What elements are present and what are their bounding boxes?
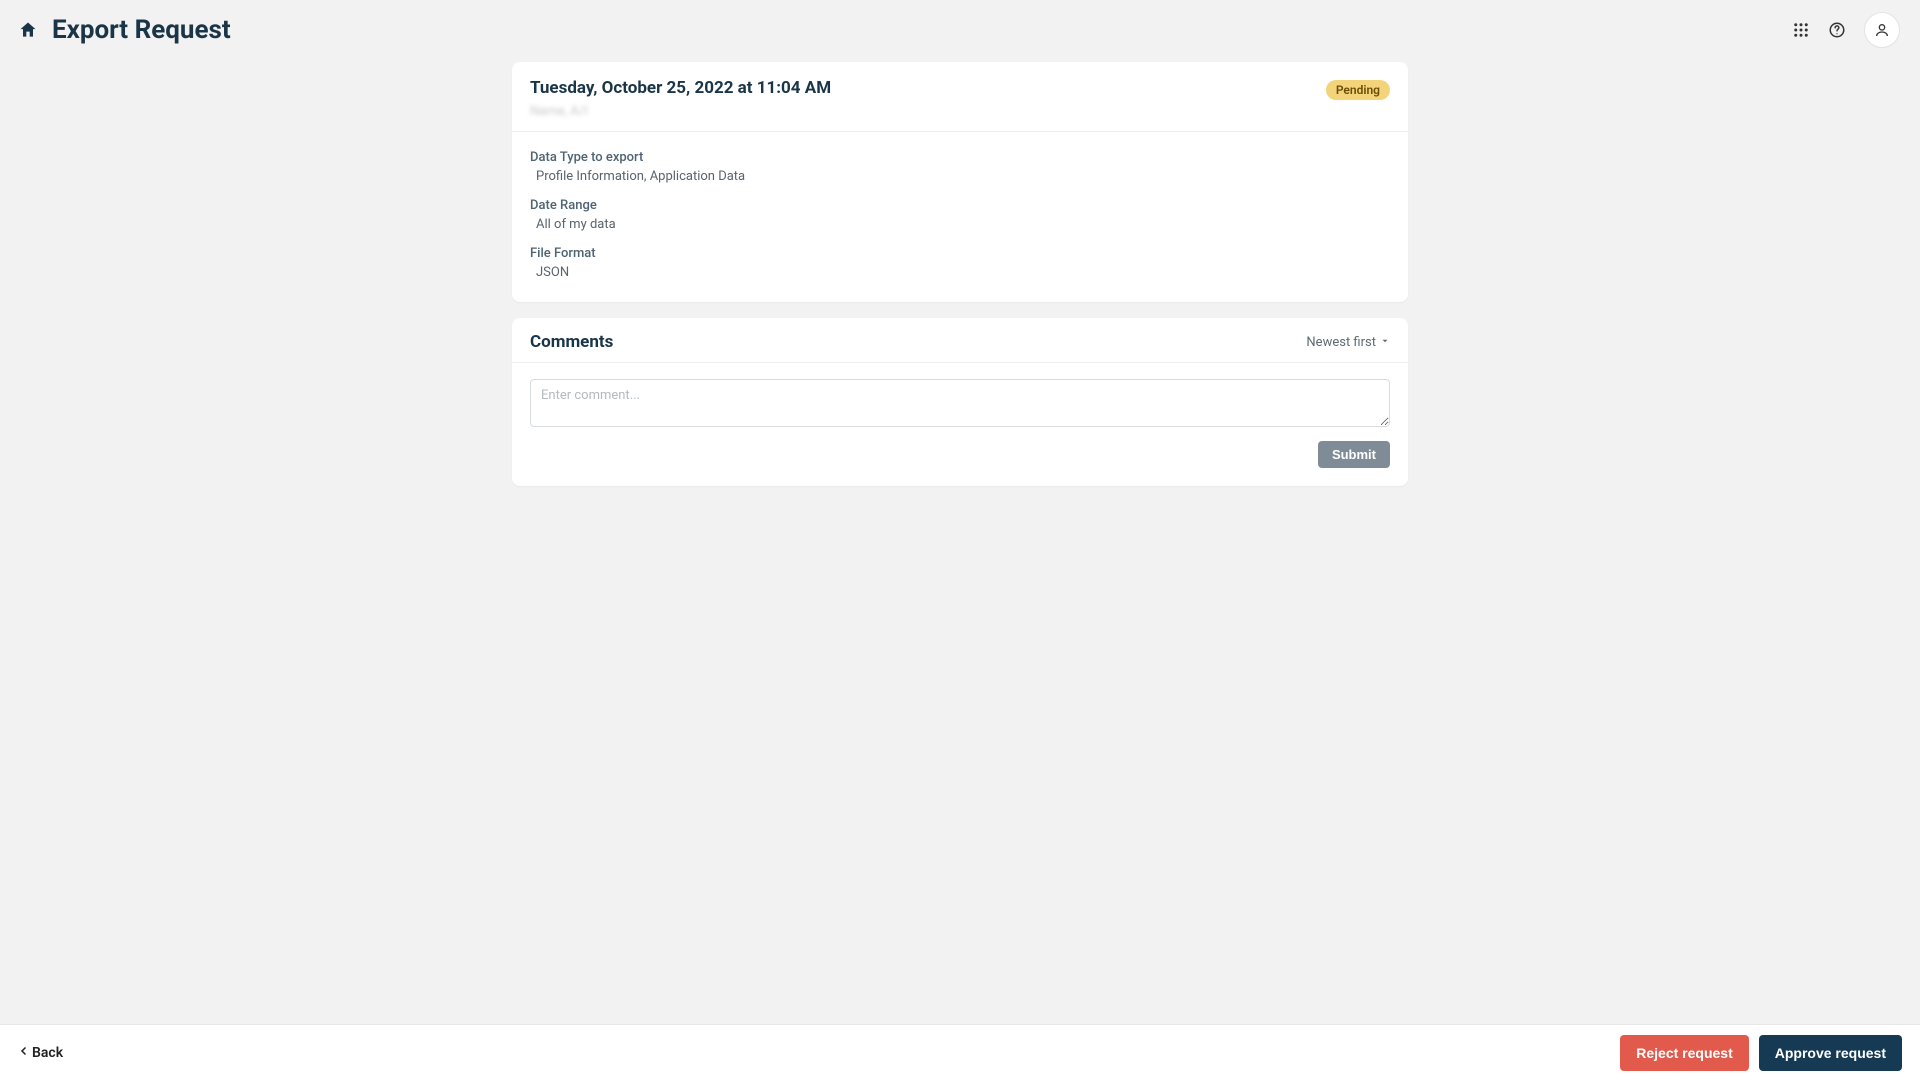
detail-label: Data Type to export [530, 150, 1390, 165]
approve-request-button[interactable]: Approve request [1759, 1035, 1902, 1071]
detail-data-type: Data Type to export Profile Information,… [530, 150, 1390, 184]
comments-sort-dropdown[interactable]: Newest first [1306, 335, 1390, 350]
detail-label: File Format [530, 246, 1390, 261]
reject-request-button[interactable]: Reject request [1620, 1035, 1748, 1071]
user-avatar[interactable] [1864, 12, 1900, 48]
top-bar: Export Request [0, 0, 1920, 56]
request-card: Tuesday, October 25, 2022 at 11:04 AM Na… [512, 62, 1408, 302]
chevron-down-icon [1380, 335, 1390, 350]
status-badge: Pending [1326, 80, 1390, 100]
main-content: Tuesday, October 25, 2022 at 11:04 AM Na… [512, 62, 1408, 486]
detail-date-range: Date Range All of my data [530, 198, 1390, 232]
detail-value: JSON [530, 265, 1390, 280]
comments-card: Comments Newest first Submit [512, 318, 1408, 486]
home-icon[interactable] [18, 20, 38, 40]
detail-value: Profile Information, Application Data [530, 169, 1390, 184]
top-bar-right [1792, 12, 1900, 48]
request-card-body: Data Type to export Profile Information,… [512, 132, 1408, 302]
comments-body: Submit [512, 363, 1408, 486]
footer-bar: Back Reject request Approve request [0, 1024, 1920, 1080]
chevron-left-icon [18, 1045, 30, 1061]
comment-input[interactable] [530, 379, 1390, 427]
submit-comment-button[interactable]: Submit [1318, 441, 1390, 468]
request-requester: Name, A/I [530, 104, 831, 119]
apps-grid-icon[interactable] [1792, 21, 1810, 39]
request-card-header: Tuesday, October 25, 2022 at 11:04 AM Na… [512, 62, 1408, 132]
comments-header: Comments Newest first [512, 318, 1408, 363]
footer-actions: Reject request Approve request [1620, 1035, 1902, 1071]
request-timestamp: Tuesday, October 25, 2022 at 11:04 AM [530, 78, 831, 98]
detail-label: Date Range [530, 198, 1390, 213]
comment-actions: Submit [530, 441, 1390, 468]
page-title: Export Request [52, 15, 231, 45]
comments-sort-label: Newest first [1306, 335, 1376, 350]
top-bar-left: Export Request [18, 15, 231, 45]
back-link[interactable]: Back [18, 1045, 63, 1061]
back-label: Back [32, 1045, 63, 1061]
help-icon[interactable] [1828, 21, 1846, 39]
detail-file-format: File Format JSON [530, 246, 1390, 280]
comments-title: Comments [530, 332, 613, 352]
detail-value: All of my data [530, 217, 1390, 232]
